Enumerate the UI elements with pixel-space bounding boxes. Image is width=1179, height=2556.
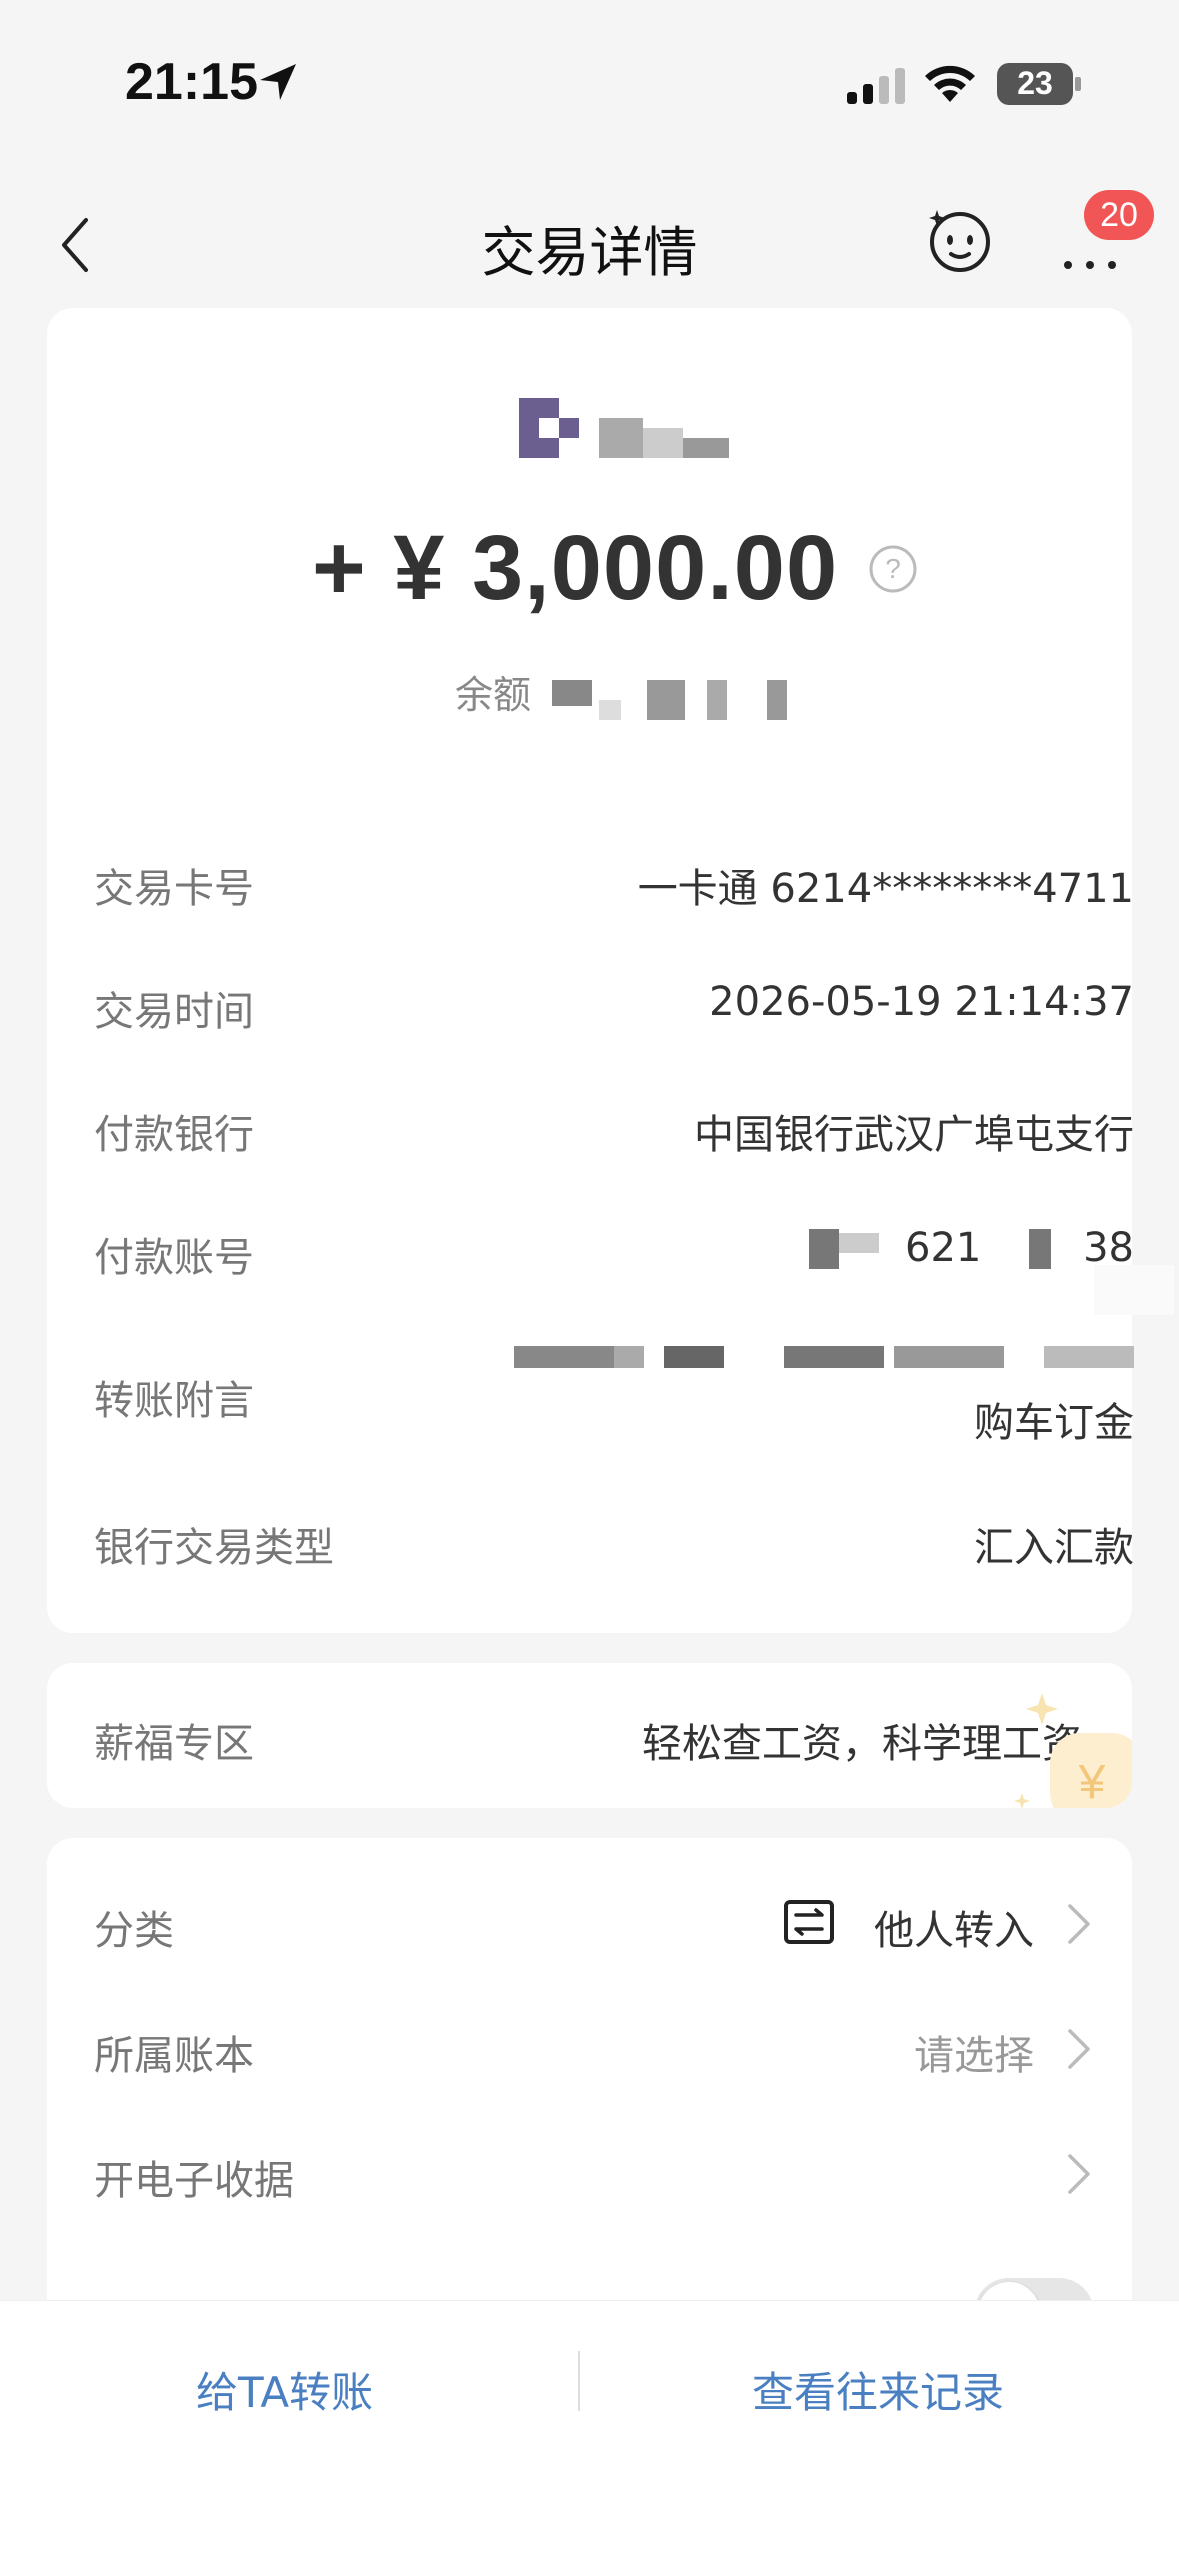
detail-value: 中国银行武汉广埠屯支行: [694, 1112, 1134, 1158]
detail-label: 付款账号: [94, 1235, 254, 1281]
bottom-divider: [578, 2351, 580, 2411]
transaction-amount: + ¥ 3,000.00: [312, 517, 839, 619]
memo-redacted-3: [664, 1346, 724, 1368]
salary-zone-card[interactable]: 薪福专区 轻松查工资，科学理工资 ¥: [47, 1663, 1132, 1808]
coin-sparkle-icon: ¥: [1014, 1693, 1132, 1808]
transfer-to-them-button[interactable]: 给TA转账: [196, 2359, 373, 2420]
memo-redacted-5: [894, 1346, 1004, 1368]
account-redacted: [809, 1229, 839, 1269]
svg-text:?: ?: [885, 553, 901, 584]
ledger-label: 所属账本: [94, 2033, 254, 2079]
assistant-robot-icon[interactable]: [925, 204, 995, 274]
detail-label: 银行交易类型: [94, 1525, 334, 1571]
cellular-signal-icon: [847, 68, 905, 104]
detail-row-time: 交易时间 2026-05-19 21:14:37: [94, 979, 1134, 1069]
detail-row-card-number: 交易卡号 一卡通 6214********4711: [94, 856, 1134, 946]
memo-redacted-6: [1044, 1346, 1134, 1368]
transaction-card: + ¥ 3,000.00 ? 余额 交易卡号 一卡通 6214********4…: [47, 308, 1174, 1633]
detail-label: 交易卡号: [94, 866, 254, 912]
e-receipt-row[interactable]: 开电子收据: [94, 2148, 1094, 2238]
bottom-action-bar: 给TA转账 查看往来记录: [0, 2300, 1179, 2556]
page-title: 交易详情: [481, 221, 698, 284]
wifi-icon: [925, 65, 975, 102]
location-arrow-icon: [260, 64, 296, 100]
detail-label: 交易时间: [94, 989, 254, 1035]
battery-level: 23: [1017, 65, 1053, 101]
balance-label: 余额: [455, 673, 532, 717]
detail-row-bank-tx-type: 银行交易类型 汇入汇款: [94, 1515, 1134, 1605]
chevron-right-icon: [1068, 1904, 1090, 1944]
detail-row-payer-bank: 付款银行 中国银行武汉广埠屯支行: [94, 1102, 1134, 1192]
detail-label: 付款银行: [94, 1112, 254, 1158]
balance-redacted-5: [767, 680, 787, 720]
chevron-right-icon: [1068, 2029, 1090, 2069]
svg-text:¥: ¥: [1078, 1756, 1106, 1808]
counterparty-name-redacted-2: [643, 428, 683, 458]
category-label: 分类: [94, 1908, 174, 1954]
memo-redacted-4: [784, 1346, 884, 1368]
status-time: 21:15: [125, 53, 258, 111]
category-value: 他人转入: [874, 1908, 1034, 1954]
detail-value: 一卡通 6214********4711: [637, 866, 1134, 912]
e-receipt-label: 开电子收据: [94, 2158, 294, 2204]
balance-redacted: [552, 680, 592, 706]
view-history-button[interactable]: 查看往来记录: [752, 2359, 1004, 2420]
account-redacted-4: [1094, 1265, 1174, 1315]
detail-label: 转账附言: [94, 1378, 254, 1424]
detail-value: 汇入汇款: [974, 1525, 1134, 1571]
counterparty-logo-icon: [519, 398, 579, 458]
ledger-placeholder: 请选择: [914, 2033, 1034, 2079]
help-icon[interactable]: ?: [868, 544, 918, 594]
transfer-category-icon: [784, 1900, 834, 1944]
account-redacted-2: [839, 1233, 879, 1253]
battery-icon: 23: [997, 63, 1081, 105]
detail-row-payer-account: 付款账号 621 38: [94, 1225, 1174, 1315]
category-row[interactable]: 分类 他人转入: [94, 1898, 1094, 1988]
salary-zone-label: 薪福专区: [94, 1721, 254, 1767]
ledger-row[interactable]: 所属账本 请选择: [94, 2023, 1094, 2113]
counterparty-name-redacted-3: [683, 438, 729, 458]
balance-redacted-3: [647, 680, 685, 720]
detail-row-memo: 转账附言 购车订金: [94, 1346, 1134, 1458]
detail-value: 购车订金: [974, 1400, 1134, 1446]
notification-badge: 20: [1084, 190, 1154, 240]
amount-row: + ¥ 3,000.00 ?: [312, 516, 918, 621]
nav-bar: 交易详情: [0, 190, 1179, 300]
status-bar: 21:15 23: [0, 0, 1179, 170]
balance-redacted-2: [599, 700, 621, 720]
counterparty-name-redacted: [599, 418, 643, 458]
memo-redacted: [514, 1346, 614, 1368]
balance-redacted-4: [707, 680, 727, 720]
detail-value: 2026-05-19 21:14:37: [709, 979, 1134, 1025]
chevron-right-icon: [1068, 2154, 1090, 2194]
account-redacted-3: [1029, 1229, 1051, 1269]
memo-redacted-2: [614, 1346, 644, 1368]
